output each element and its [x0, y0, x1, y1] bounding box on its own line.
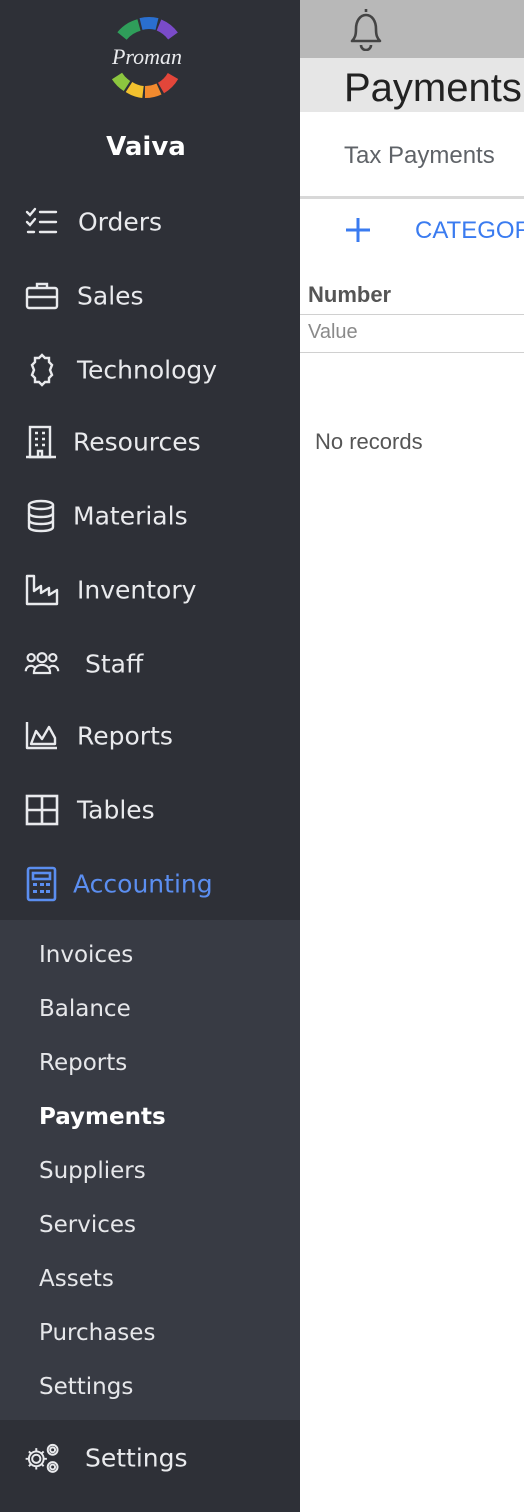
- nav-label-sales: Sales: [77, 281, 144, 311]
- building-icon: [24, 424, 60, 460]
- nav-item-sales[interactable]: Sales: [0, 259, 300, 333]
- nav-item-materials[interactable]: Materials: [0, 479, 300, 553]
- factory-icon: [24, 572, 60, 608]
- nav-item-settings[interactable]: Settings: [0, 1421, 300, 1495]
- nav-label-staff: Staff: [85, 649, 144, 679]
- submenu-item-purchases[interactable]: Purchases: [39, 1320, 155, 1346]
- tab-bar: Tax Payments: [300, 112, 524, 198]
- tab-tax-payments[interactable]: Tax Payments: [344, 142, 495, 170]
- gears-icon: [24, 1440, 60, 1476]
- nav-item-inventory[interactable]: Inventory: [0, 553, 300, 627]
- category-button[interactable]: CATEGORY: [415, 217, 524, 245]
- briefcase-icon: [24, 278, 60, 314]
- checklist-icon: [24, 204, 60, 240]
- main-content: Payments Tax Payments CATEGORY Number Va…: [300, 0, 524, 1512]
- nav-label-orders: Orders: [78, 207, 163, 237]
- submenu-item-reports[interactable]: Reports: [39, 1050, 127, 1076]
- submenu-item-assets[interactable]: Assets: [39, 1266, 114, 1292]
- tab-divider: [300, 196, 524, 199]
- submenu-item-suppliers[interactable]: Suppliers: [39, 1158, 146, 1184]
- nav-item-reports[interactable]: Reports: [0, 699, 300, 773]
- proman-logo[interactable]: Proman: [105, 16, 189, 102]
- title-bar: Payments: [300, 58, 524, 112]
- cog-icon: [24, 352, 60, 388]
- bell-icon[interactable]: [344, 5, 388, 56]
- submenu-item-settings[interactable]: Settings: [39, 1374, 133, 1400]
- area-chart-icon: [24, 718, 60, 754]
- nav-item-tables[interactable]: Tables: [0, 773, 300, 847]
- user-name: Vaiva: [106, 132, 186, 162]
- nav-label-tables: Tables: [77, 795, 155, 825]
- page-title: Payments: [344, 66, 522, 110]
- nav-item-accounting[interactable]: Accounting: [0, 847, 300, 921]
- column-header-number[interactable]: Number: [308, 282, 391, 308]
- logo-text: Proman: [111, 44, 183, 69]
- nav-item-technology[interactable]: Technology: [0, 333, 300, 407]
- nav-label-materials: Materials: [73, 501, 188, 531]
- database-icon: [24, 498, 60, 534]
- nav-item-resources[interactable]: Resources: [0, 405, 300, 479]
- calculator-icon: [24, 866, 60, 902]
- submenu-item-balance[interactable]: Balance: [39, 996, 131, 1022]
- empty-state-text: No records: [315, 429, 423, 454]
- filter-divider: [300, 352, 524, 353]
- top-bar: [300, 0, 524, 58]
- nav-item-orders[interactable]: Orders: [0, 185, 300, 259]
- nav-label-technology: Technology: [77, 355, 218, 385]
- nav-label-reports: Reports: [77, 721, 173, 751]
- accounting-submenu: Invoices Balance Reports Payments Suppli…: [0, 920, 300, 1420]
- nav-label-accounting: Accounting: [73, 869, 213, 899]
- nav-label-resources: Resources: [73, 427, 201, 457]
- users-icon: [24, 646, 60, 682]
- nav-label-inventory: Inventory: [77, 575, 197, 605]
- number-filter-input[interactable]: Value: [308, 321, 358, 344]
- submenu-item-services[interactable]: Services: [39, 1212, 136, 1238]
- nav-label-settings: Settings: [85, 1443, 188, 1473]
- table-icon: [24, 792, 60, 828]
- submenu-item-invoices[interactable]: Invoices: [39, 942, 133, 968]
- submenu-item-payments[interactable]: Payments: [39, 1104, 166, 1130]
- header-divider: [300, 314, 524, 315]
- add-button[interactable]: [340, 212, 376, 248]
- sidebar: Proman Vaiva Orders Sales Technology Res…: [0, 0, 300, 1512]
- nav-item-staff[interactable]: Staff: [0, 627, 300, 701]
